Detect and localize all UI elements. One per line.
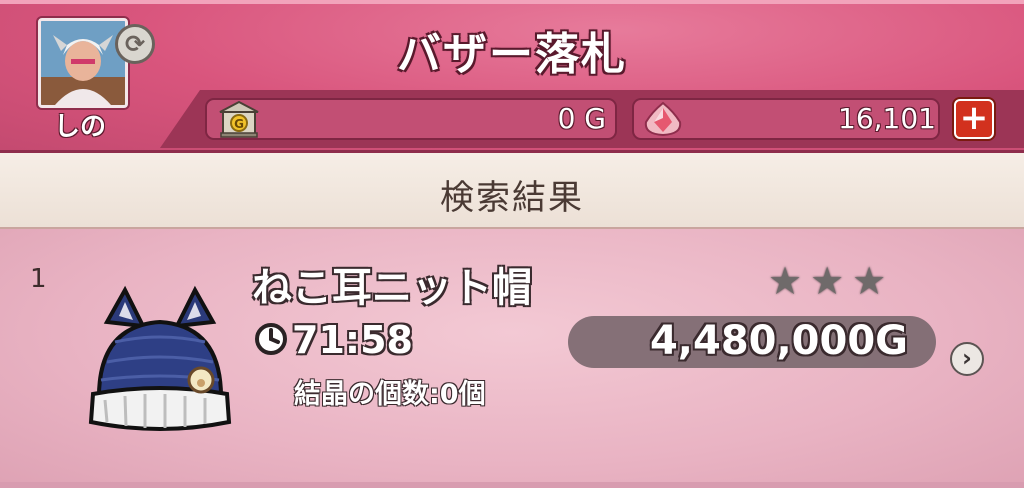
result-index: 1 <box>30 264 47 294</box>
star-icon: ★ <box>768 259 803 303</box>
star-icon: ★ <box>852 259 887 303</box>
item-name: ねこ耳ニット帽 <box>252 265 532 311</box>
svg-text:G: G <box>234 117 244 131</box>
item-price: 4,480,000G <box>649 318 908 364</box>
star-icon: ★ <box>810 259 845 303</box>
row-divider <box>0 482 1024 488</box>
crystal-count: 結晶の個数:0個 <box>294 379 486 410</box>
page-title: バザー落札 <box>397 29 627 80</box>
knit-cat-hat-icon <box>88 285 232 431</box>
gem-icon <box>644 101 682 137</box>
results-title: 検索結果 <box>440 178 584 218</box>
gold-amount: 0 G <box>557 102 606 135</box>
time-remaining: 71:58 <box>292 318 413 362</box>
clock-icon <box>255 323 287 355</box>
add-gems-button[interactable]: + <box>954 99 994 139</box>
chevron-right-icon[interactable]: › <box>950 342 984 376</box>
gem-amount: 16,101 <box>838 102 936 135</box>
player-name: しの <box>53 112 106 142</box>
bank-icon: G <box>219 100 259 138</box>
rarity-stars: ★ ★ ★ <box>768 262 886 300</box>
